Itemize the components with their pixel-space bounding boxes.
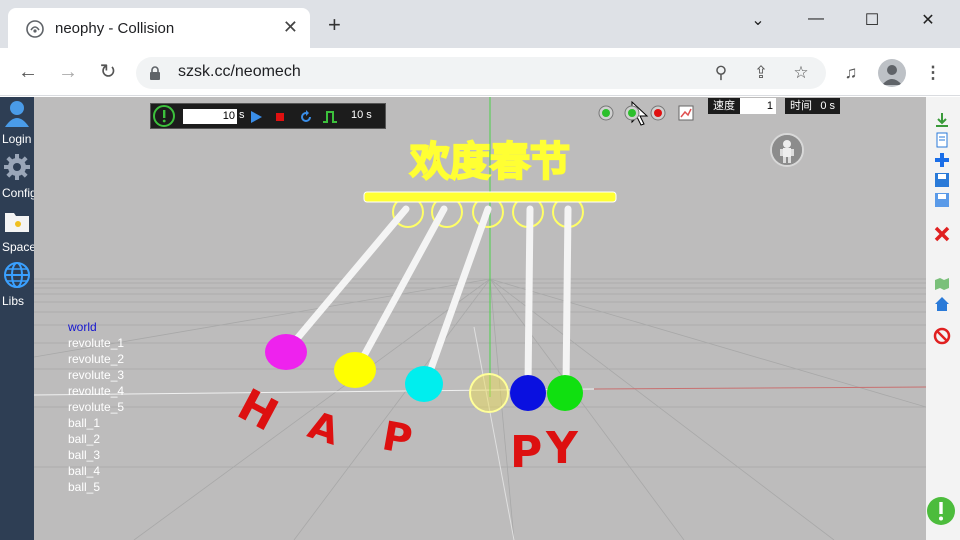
person-icon: [882, 65, 902, 85]
alert-icon[interactable]: [153, 105, 175, 127]
tree-item[interactable]: ball_4: [68, 463, 124, 479]
sidebar-label: Libs: [2, 294, 25, 308]
menu-kebab-icon[interactable]: ⋮: [920, 60, 946, 86]
speed-input[interactable]: 1: [740, 98, 776, 114]
help-alert-icon[interactable]: [926, 496, 956, 526]
time-display: 时间 0 s: [785, 98, 840, 114]
download-icon[interactable]: [933, 111, 951, 129]
zoom-icon[interactable]: ⚲: [711, 63, 731, 83]
tree-item[interactable]: ball_2: [68, 431, 124, 447]
tree-item-world[interactable]: world: [68, 319, 124, 335]
tab-search-icon[interactable]: ⌄: [748, 10, 768, 30]
save-icon[interactable]: [933, 171, 951, 189]
sidebar-label: Config: [2, 186, 37, 200]
scene-tree: world revolute_1 revolute_2 revolute_3 r…: [68, 319, 124, 495]
gear-icon: [4, 154, 30, 180]
close-tab-icon[interactable]: ✕: [283, 17, 298, 38]
frame-bar: [363, 191, 617, 203]
folder-icon: [5, 213, 29, 232]
browser-tab[interactable]: neophy - Collision ✕: [8, 8, 310, 48]
sim-toolbar: 10 s 10 s: [150, 103, 386, 129]
media-control-icon[interactable]: ♫: [838, 60, 864, 86]
x-axis-line-positive: [593, 386, 926, 390]
record-pause-icon[interactable]: [624, 105, 640, 121]
forward-icon[interactable]: →: [56, 60, 80, 84]
letter-p2: P: [510, 427, 542, 478]
z-axis-line: [473, 326, 515, 540]
lock-icon: [150, 66, 160, 80]
play-icon[interactable]: [247, 108, 265, 126]
letter-y: Y: [545, 423, 579, 474]
duration-input[interactable]: 10: [183, 109, 237, 124]
tab-title: neophy - Collision: [55, 20, 175, 37]
chart-icon[interactable]: [678, 105, 694, 121]
close-window-icon[interactable]: ✕: [918, 10, 938, 30]
record-start-icon[interactable]: [598, 105, 614, 121]
robot-avatar-icon: [772, 135, 802, 165]
stop-icon[interactable]: [271, 108, 289, 126]
right-toolbar: [926, 97, 960, 540]
left-sidebar: Login Config Space Libs: [0, 97, 37, 540]
sidebar-item-space[interactable]: Space: [0, 207, 37, 254]
ball-ghost: [469, 373, 509, 413]
sidebar-item-login[interactable]: Login: [0, 99, 34, 146]
delete-icon[interactable]: [933, 225, 951, 243]
tree-item[interactable]: revolute_3: [68, 367, 124, 383]
reload-icon[interactable]: ↻: [96, 60, 120, 84]
tab-bar: neophy - Collision ✕ + ⌄ — ☐ ✕: [0, 0, 960, 48]
letter-h: H: [229, 379, 285, 441]
reset-icon[interactable]: [297, 108, 315, 126]
record-stop-icon[interactable]: [650, 105, 666, 121]
banner-text: 欢度春节: [409, 139, 570, 185]
new-tab-button[interactable]: +: [328, 14, 341, 36]
tree-item[interactable]: revolute_2: [68, 351, 124, 367]
duration-unit: s: [239, 109, 245, 121]
letter-p1: P: [379, 413, 416, 463]
ball-4[interactable]: [510, 375, 546, 411]
3d-viewport[interactable]: 欢度春节 H A P P Y 10 s 10 s 速度 1 时间 0 s wor…: [34, 97, 926, 540]
tree-item[interactable]: ball_1: [68, 415, 124, 431]
sidebar-label: Space: [2, 240, 37, 254]
tree-item[interactable]: ball_5: [68, 479, 124, 495]
map-icon[interactable]: [933, 275, 951, 293]
url-text[interactable]: szsk.cc/neomech: [178, 63, 301, 81]
minimize-icon[interactable]: —: [806, 10, 826, 28]
sim-time-readout: 10 s: [351, 109, 372, 121]
tree-item[interactable]: ball_3: [68, 447, 124, 463]
sidebar-label: Login: [2, 132, 32, 146]
omnibox[interactable]: szsk.cc/neomech ⚲ ⇪ ☆: [136, 57, 826, 89]
bookmark-star-icon[interactable]: ☆: [791, 63, 811, 83]
add-icon[interactable]: [933, 151, 951, 169]
save-as-icon[interactable]: [933, 191, 951, 209]
ball-5[interactable]: [547, 375, 583, 411]
globe-icon: [4, 262, 30, 288]
no-entry-icon[interactable]: [933, 327, 951, 345]
home-icon[interactable]: [933, 295, 951, 313]
sidebar-item-config[interactable]: Config: [0, 153, 37, 200]
sidebar-item-libs[interactable]: Libs: [0, 261, 34, 308]
user-icon: [5, 101, 29, 127]
app-area: Login Config Space Libs 欢度春节 H A P P Y 1…: [0, 97, 960, 540]
pulse-icon[interactable]: [321, 108, 339, 126]
document-icon[interactable]: [933, 131, 951, 149]
tree-item[interactable]: revolute_4: [68, 383, 124, 399]
profile-avatar[interactable]: [878, 59, 906, 87]
time-value: 0 s: [820, 100, 835, 112]
back-icon[interactable]: ←: [16, 60, 40, 84]
tree-item[interactable]: revolute_1: [68, 335, 124, 351]
ball-1[interactable]: [265, 334, 307, 370]
tree-item[interactable]: revolute_5: [68, 399, 124, 415]
time-label: 时间: [790, 100, 812, 112]
maximize-icon[interactable]: ☐: [862, 10, 882, 30]
viewer-avatar[interactable]: [770, 133, 804, 167]
speed-label: 速度: [708, 98, 740, 114]
letter-a: A: [303, 403, 345, 454]
ball-3[interactable]: [405, 366, 443, 402]
share-icon[interactable]: ⇪: [751, 63, 771, 83]
app-favicon-icon: [26, 20, 44, 38]
ball-2[interactable]: [334, 352, 376, 388]
